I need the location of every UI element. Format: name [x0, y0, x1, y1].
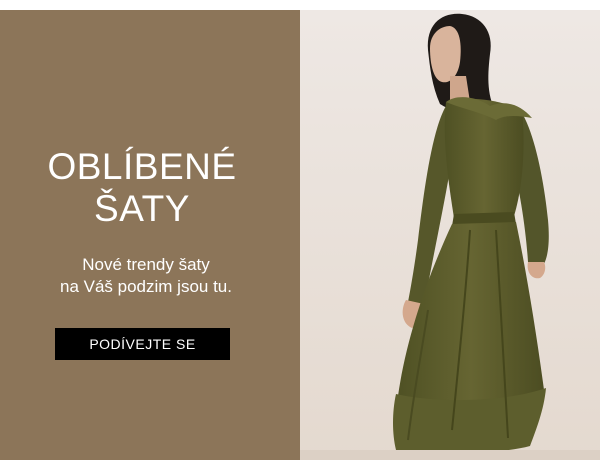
headline: OBLÍBENÉ ŠATY: [0, 146, 284, 230]
model-illustration: [300, 10, 600, 460]
promo-banner: OBLÍBENÉ ŠATY Nové trendy šaty na Váš po…: [0, 10, 600, 460]
view-dresses-button[interactable]: PODÍVEJTE SE: [55, 328, 230, 360]
subtitle-line-2: na Váš podzim jsou tu.: [60, 277, 232, 296]
face: [430, 26, 461, 83]
headline-line-2: ŠATY: [94, 188, 190, 229]
product-photo[interactable]: [300, 10, 600, 460]
headline-line-1: OBLÍBENÉ: [47, 146, 237, 187]
subtitle: Nové trendy šaty na Váš podzim jsou tu.: [0, 254, 292, 298]
dress-bodice: [444, 98, 524, 218]
floor: [300, 450, 600, 460]
subtitle-line-1: Nové trendy šaty: [82, 255, 210, 274]
promo-text-panel: OBLÍBENÉ ŠATY Nové trendy šaty na Váš po…: [0, 10, 300, 460]
